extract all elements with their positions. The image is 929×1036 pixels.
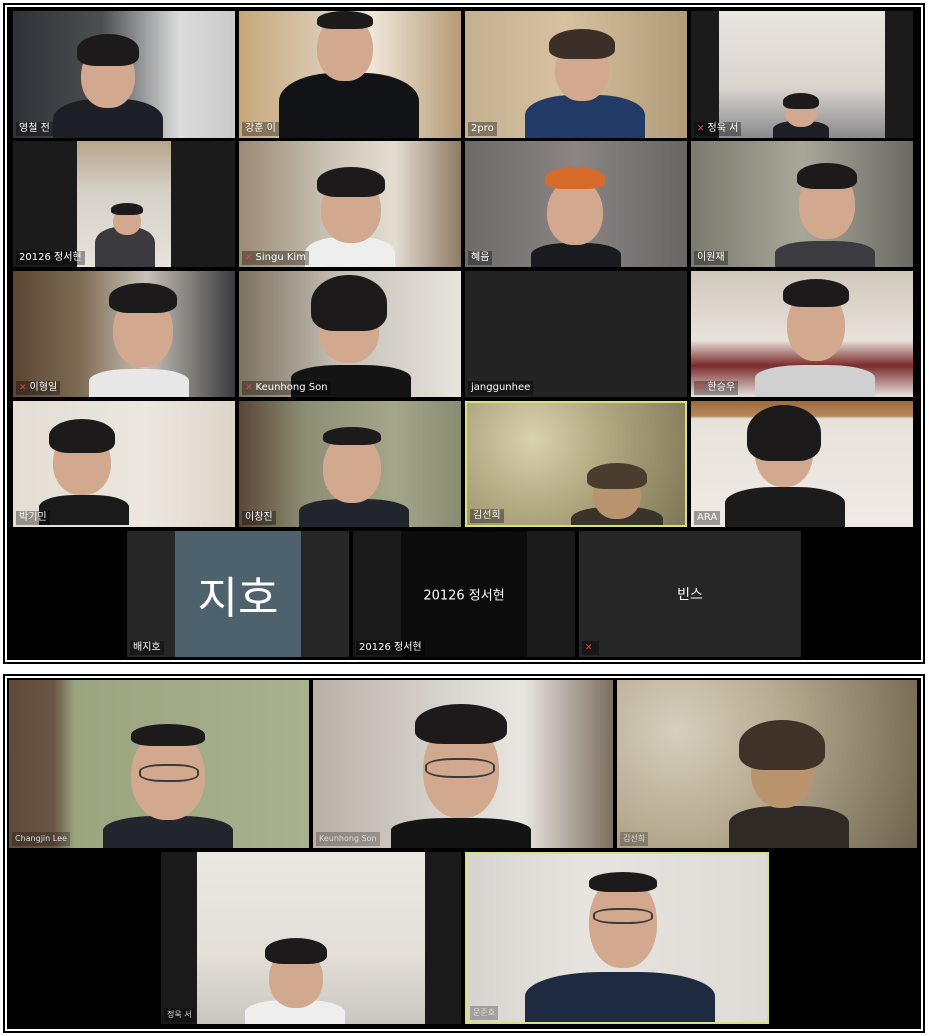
video-tile[interactable]: ✕ 이형일 — [13, 271, 235, 397]
participant-name: 박기민 — [16, 511, 50, 525]
video-tile[interactable]: 김선희 — [617, 680, 917, 848]
mic-muted-icon: ✕ — [585, 643, 593, 653]
gallery-view-bottom: Changjin Lee Keunhong Son 김선희 정욱 서 문준호 — [3, 674, 925, 1033]
video-tile[interactable]: 이원재 — [691, 141, 913, 267]
video-tile[interactable]: 영철 전 — [13, 11, 235, 138]
video-tile[interactable]: janggunhee — [465, 271, 687, 397]
video-tile[interactable]: Keunhong Son — [313, 680, 613, 848]
participant-name: Keunhong Son — [255, 382, 328, 393]
video-tile[interactable]: 2pro — [465, 11, 687, 138]
participant-name: 배지호 — [130, 641, 164, 655]
participant-name: Singu Kim — [255, 252, 306, 263]
participant-name: 2pro — [468, 122, 497, 136]
participant-name: janggunhee — [468, 381, 534, 395]
participant-name: 이창진 — [242, 511, 276, 525]
participant-name: 정욱 서 — [164, 1008, 195, 1022]
participant-name: 20126 정서현 — [16, 251, 85, 265]
participant-name: 혜음 — [468, 251, 493, 265]
video-tile[interactable]: ✕ Singu Kim — [239, 141, 461, 267]
video-tile[interactable]: 지호 배지호 — [127, 531, 349, 657]
participant-name: 강훈 이 — [242, 122, 279, 136]
video-tile[interactable]: ✕ 한승우 — [691, 271, 913, 397]
video-tile[interactable]: 강훈 이 — [239, 11, 461, 138]
participant-name: 20126 정서현 — [356, 641, 425, 655]
participant-display-name: 20126 정서현 — [423, 588, 505, 604]
video-tile[interactable]: ✕ Keunhong Son — [239, 271, 461, 397]
participant-name: 김선희 — [620, 832, 649, 846]
video-tile[interactable]: 정욱 서 — [161, 852, 461, 1024]
video-tile[interactable]: 이창진 — [239, 401, 461, 527]
video-tile[interactable]: ARA — [691, 401, 913, 527]
video-tile[interactable]: ✕ 정욱 서 — [691, 11, 913, 138]
gallery-view-top: 영철 전 강훈 이 2pro ✕ 정욱 서 20126 정서현 ✕ Singu … — [3, 3, 925, 664]
video-tile[interactable]: 20126 정서현 20126 정서현 — [353, 531, 575, 657]
participant-name: 이원재 — [694, 251, 728, 265]
video-tile[interactable]: 20126 정서현 — [13, 141, 235, 267]
mic-muted-icon: ✕ — [19, 383, 27, 393]
participant-name: 정욱 서 — [707, 123, 739, 134]
mic-muted-icon: ✕ — [245, 383, 253, 393]
participant-name: 한승우 — [707, 382, 736, 393]
participant-name: Keunhong Son — [316, 832, 380, 846]
video-tile[interactable]: 혜음 — [465, 141, 687, 267]
mic-muted-icon: ✕ — [697, 124, 705, 134]
participant-name: 문준호 — [470, 1006, 499, 1020]
video-tile[interactable]: 빈스 ✕ — [579, 531, 801, 657]
video-tile-active-speaker[interactable]: 문준호 — [465, 852, 769, 1024]
video-tile[interactable]: Changjin Lee — [9, 680, 309, 848]
video-tile[interactable]: 박기민 — [13, 401, 235, 527]
avatar: 지호 — [175, 531, 301, 657]
video-tile-active-speaker[interactable]: 김선희 — [465, 401, 687, 527]
participant-name: ARA — [694, 511, 721, 525]
participant-name: Changjin Lee — [12, 832, 70, 846]
participant-display-name: 빈스 — [677, 587, 703, 603]
participant-name: 김선희 — [470, 509, 504, 523]
participant-name: 이형일 — [29, 382, 58, 393]
mic-muted-icon: ✕ — [245, 253, 253, 263]
avatar-initials: 지호 — [197, 573, 279, 624]
mic-muted-icon: ✕ — [697, 383, 705, 393]
participant-name: 영철 전 — [16, 122, 53, 136]
